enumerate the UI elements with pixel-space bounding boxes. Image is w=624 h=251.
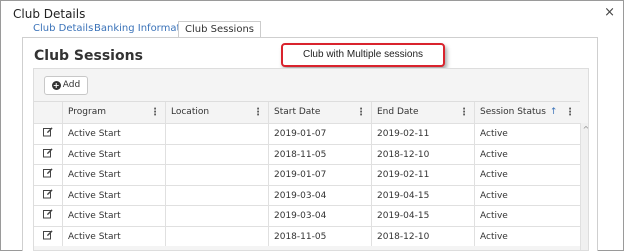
- column-menu-icon[interactable]: ⋮: [150, 102, 160, 123]
- cell-end-date: 2018-12-10: [371, 226, 474, 246]
- table-header-row: Program ⋮ Location ⋮ Start Date ⋮ End Da…: [34, 101, 580, 123]
- column-header-label: Session Status: [480, 107, 546, 117]
- cell-location: [165, 165, 268, 185]
- add-button[interactable]: + Add: [44, 76, 88, 95]
- cell-location: [165, 144, 268, 164]
- table-row: Active Start 2018-11-05 2018-12-10 Activ…: [34, 143, 580, 165]
- column-menu-icon[interactable]: ⋮: [356, 102, 366, 123]
- header-edit-column: [34, 102, 62, 123]
- column-header-end-date[interactable]: End Date ⋮: [371, 102, 474, 123]
- panel-title: Club Sessions: [34, 48, 143, 64]
- cell-session-status: Active: [474, 144, 580, 164]
- window-title: Club Details: [13, 7, 86, 21]
- column-header-label: Program: [68, 107, 106, 117]
- table-row: Active Start 2019-03-04 2019-04-15 Activ…: [34, 205, 580, 226]
- column-menu-icon[interactable]: ⋮: [565, 102, 575, 123]
- cell-location: [165, 206, 268, 226]
- edit-cell: [34, 124, 62, 144]
- cell-start-date: 2019-01-07: [268, 124, 371, 144]
- cell-start-date: 2019-01-07: [268, 165, 371, 185]
- cell-end-date: 2019-04-15: [371, 185, 474, 205]
- cell-end-date: 2018-12-10: [371, 144, 474, 164]
- cell-end-date: 2019-04-15: [371, 206, 474, 226]
- cell-start-date: 2019-03-04: [268, 206, 371, 226]
- edit-icon[interactable]: [43, 188, 53, 199]
- edit-cell: [34, 206, 62, 226]
- edit-cell: [34, 165, 62, 185]
- vertical-scrollbar[interactable]: ^: [580, 123, 588, 250]
- cell-session-status: Active: [474, 165, 580, 185]
- cell-program: Active Start: [62, 144, 165, 164]
- cell-program: Active Start: [62, 226, 165, 246]
- edit-icon[interactable]: [43, 127, 53, 137]
- edit-icon[interactable]: [43, 229, 53, 240]
- sessions-table: Program ⋮ Location ⋮ Start Date ⋮ End Da…: [34, 101, 580, 246]
- column-menu-icon[interactable]: ⋮: [459, 102, 469, 123]
- cell-location: [165, 124, 268, 144]
- annotation-callout: Club with Multiple sessions: [281, 43, 445, 67]
- cell-start-date: 2019-03-04: [268, 185, 371, 205]
- edit-cell: [34, 145, 62, 165]
- edit-icon[interactable]: [43, 168, 53, 178]
- edit-cell: [34, 227, 62, 247]
- column-header-label: Start Date: [274, 107, 321, 117]
- table-row: Active Start 2018-11-05 2018-12-10 Activ…: [34, 225, 580, 247]
- cell-session-status: Active: [474, 206, 580, 226]
- add-button-label: Add: [62, 80, 81, 90]
- scroll-up-icon[interactable]: ^: [581, 125, 588, 134]
- table-row: Active Start 2019-01-07 2019-02-11 Activ…: [34, 123, 580, 144]
- table-row: Active Start 2019-03-04 2019-04-15 Activ…: [34, 184, 580, 206]
- cell-session-status: Active: [474, 226, 580, 246]
- cell-start-date: 2018-11-05: [268, 226, 371, 246]
- cell-session-status: Active: [474, 124, 580, 144]
- column-header-start-date[interactable]: Start Date ⋮: [268, 102, 371, 123]
- column-header-label: End Date: [377, 107, 419, 117]
- table-row: Active Start 2019-01-07 2019-02-11 Activ…: [34, 164, 580, 185]
- cell-program: Active Start: [62, 165, 165, 185]
- title-bar: Club Details ×: [1, 1, 623, 23]
- cell-program: Active Start: [62, 185, 165, 205]
- cell-session-status: Active: [474, 185, 580, 205]
- cell-program: Active Start: [62, 206, 165, 226]
- tab-club-details[interactable]: Club Details: [33, 21, 93, 36]
- edit-icon[interactable]: [43, 147, 53, 158]
- plus-circle-icon: +: [51, 81, 61, 90]
- column-menu-icon[interactable]: ⋮: [253, 102, 263, 123]
- cell-location: [165, 226, 268, 246]
- sort-ascending-icon[interactable]: ↑: [550, 107, 558, 117]
- cell-end-date: 2019-02-11: [371, 124, 474, 144]
- column-header-session-status[interactable]: Session Status ↑ ⋮: [474, 102, 580, 123]
- column-header-location[interactable]: Location ⋮: [165, 102, 268, 123]
- cell-start-date: 2018-11-05: [268, 144, 371, 164]
- close-icon[interactable]: ×: [604, 6, 615, 19]
- sessions-grid: + Add Program ⋮ Location ⋮ Start Date ⋮ E…: [33, 68, 589, 251]
- column-header-label: Location: [171, 107, 210, 117]
- cell-end-date: 2019-02-11: [371, 165, 474, 185]
- table-body: Active Start 2019-01-07 2019-02-11 Activ…: [34, 123, 580, 246]
- edit-icon[interactable]: [43, 209, 53, 219]
- cell-location: [165, 185, 268, 205]
- cell-program: Active Start: [62, 124, 165, 144]
- edit-cell: [34, 186, 62, 206]
- column-header-program[interactable]: Program ⋮: [62, 102, 165, 123]
